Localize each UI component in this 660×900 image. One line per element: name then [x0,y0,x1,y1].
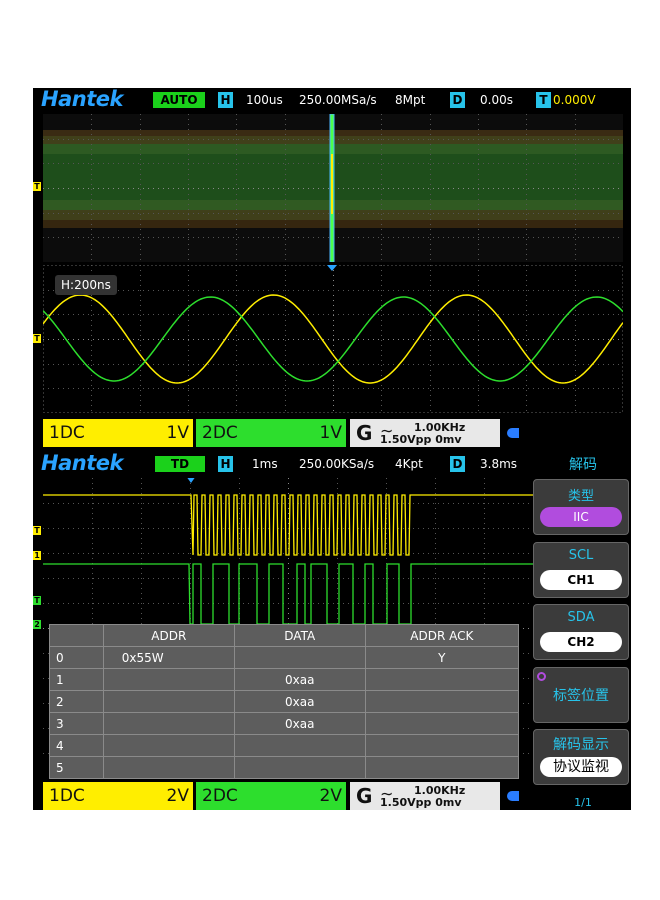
ch2-coupling: 2DC [202,423,238,443]
menu-page-indicator: 1/1 [574,796,592,809]
horizontal-key-bottom: H [218,456,233,472]
delay-key: D [450,92,465,108]
scl-label: SCL [568,548,594,563]
generator-amplitude-offset-bottom: 1.50Vpp 0mv [380,796,462,809]
oscilloscope-screen: Hantek AUTO H 100us 250.00MSa/s 8Mpt D 0… [33,87,631,810]
table-header-row: ADDR DATA ADDR ACK [49,624,520,647]
ch2-scale: 1V [319,423,342,443]
usb-icon-bottom [507,791,519,801]
generator-key: G [356,421,373,445]
decode-type-label: 类型 [567,489,594,504]
bottom-channel-bar: 1DC 2V 2DC 2V G ∼ 1.00KHz 1.50Vpp 0mv [33,782,631,810]
brand-logo-bottom: Hantek [41,451,123,475]
rotary-knob-icon [537,672,546,681]
column-header-addr: ADDR [102,624,235,647]
column-header-addr-ack: ADDR ACK [364,624,520,647]
ch1-status[interactable]: 1DC 1V [43,419,193,447]
memory-depth-value-bottom: 4Kpt [395,457,423,471]
sda-label: SDA [567,610,595,625]
generator-amplitude-offset: 1.50Vpp 0mv [380,433,462,446]
zoom-timebase-label: H:200ns [55,275,117,295]
decode-display-button[interactable]: 解码显示 协议监视 [533,729,629,785]
scl-source-button[interactable]: SCL CH1 [533,542,629,598]
table-row[interactable]: 3 0xaa [49,712,520,735]
trigger-key: T [536,92,551,108]
sda-value: CH2 [540,632,622,652]
sample-rate-value: 250.00MSa/s [299,93,377,107]
tag-position-label: 标签位置 [553,688,609,704]
table-row[interactable]: 1 0xaa [49,668,520,691]
trigger-level-value: 0.000V [553,93,596,107]
column-header-data: DATA [233,624,366,647]
timebase-value-bottom: 1ms [252,457,278,471]
overview-waveform-svg [43,114,623,262]
table-row[interactable]: 5 [49,756,520,779]
bottom-status-bar: Hantek TD H 1ms 250.00KSa/s 4Kpt D 3.8ms [33,451,631,476]
ch1-scale: 1V [166,423,189,443]
generator-status-bottom[interactable]: G ∼ 1.00KHz 1.50Vpp 0mv [350,782,500,810]
ch2-scale-bottom: 2V [319,786,342,806]
scl-trigger-marker: T [33,526,41,535]
brand-logo: Hantek [41,87,123,111]
overview-waveform-plot[interactable] [43,114,623,262]
column-header-index [49,624,104,647]
generator-key-bottom: G [356,784,373,808]
zoom-waveform-svg [43,265,623,413]
sda-source-button[interactable]: SDA CH2 [533,604,629,660]
ch1-scale-bottom: 2V [166,786,189,806]
table-row[interactable]: 0 0x55W Y [49,646,520,669]
trigger-status-badge[interactable]: TD [155,456,205,472]
generator-status[interactable]: G ∼ 1.00KHz 1.50Vpp 0mv [350,419,500,447]
delay-value-bottom: 3.8ms [480,457,518,471]
table-row[interactable]: 4 [49,734,520,757]
zoom-trigger-marker: T [33,334,41,343]
decode-display-value: 协议监视 [540,757,622,777]
ch2-status[interactable]: 2DC 1V [196,419,346,447]
tag-position-button[interactable]: 标签位置 [533,667,629,723]
memory-depth-value: 8Mpt [395,93,426,107]
top-channel-bar: 1DC 1V 2DC 1V G ∼ 1.00KHz 1.50Vpp 0mv [33,419,631,447]
zoom-waveform-plot[interactable]: H:200ns [43,265,623,413]
usb-icon [507,428,519,438]
ch2-marker: 2 [33,620,41,629]
scl-value: CH1 [540,570,622,590]
delay-key-bottom: D [450,456,465,472]
table-row[interactable]: 2 0xaa [49,690,520,713]
ch2-status-bottom[interactable]: 2DC 2V [196,782,346,810]
sample-rate-value-bottom: 250.00KSa/s [299,457,375,471]
decode-menu-title: 解码 [569,457,597,473]
acquisition-mode-badge[interactable]: AUTO [153,92,205,108]
decode-type-value: IIC [540,507,622,527]
decode-table: ADDR DATA ADDR ACK 0 0x55W Y 1 0xaa 2 0x… [49,624,520,779]
ch1-status-bottom[interactable]: 1DC 2V [43,782,193,810]
overview-trigger-marker: T [33,182,41,191]
timebase-value: 100us [246,93,283,107]
top-status-bar: Hantek AUTO H 100us 250.00MSa/s 8Mpt D 0… [33,87,631,112]
ch1-coupling-bottom: 1DC [49,786,85,806]
ch1-coupling: 1DC [49,423,85,443]
delay-value: 0.00s [480,93,513,107]
horizontal-key: H [218,92,233,108]
ch1-marker: 1 [33,551,41,560]
sda-trigger-marker: T [33,596,41,605]
ch2-coupling-bottom: 2DC [202,786,238,806]
decode-type-button[interactable]: 类型 IIC [533,479,629,535]
decode-display-label: 解码显示 [553,737,609,753]
